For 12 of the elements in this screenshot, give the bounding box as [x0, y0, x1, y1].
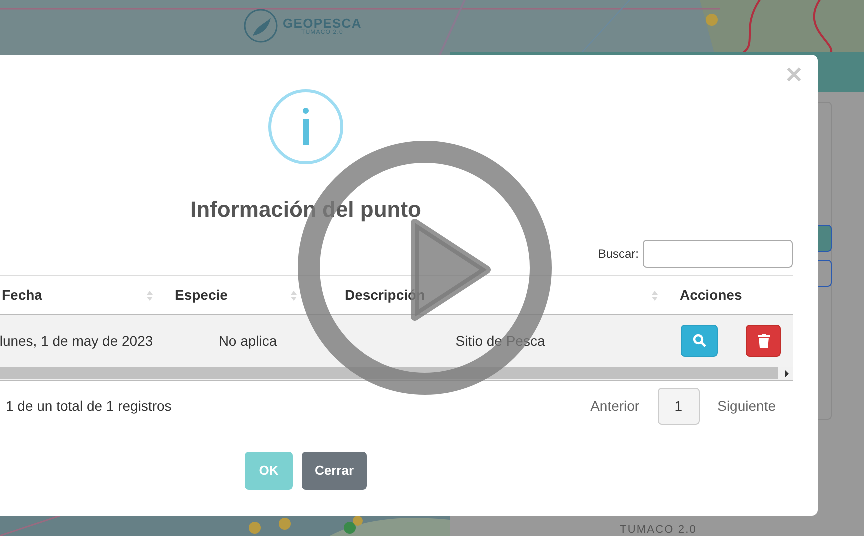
previous-link[interactable]: Anterior: [590, 396, 640, 416]
next-link[interactable]: Siguiente: [718, 396, 776, 416]
column-header: Acciones: [680, 286, 742, 304]
table-cell-text: lunes, 1 de may de 2023: [0, 332, 154, 351]
column-header[interactable]: Fecha: [2, 284, 42, 306]
column-header[interactable]: Especie: [175, 284, 228, 306]
search-label: Buscar:: [598, 246, 639, 263]
table-cell-text: No aplica: [218, 332, 278, 351]
records-info: 1 de un total de 1 registros: [5, 396, 172, 416]
page-button[interactable]: 1: [658, 388, 700, 424]
close-button[interactable]: Cerrar: [302, 452, 367, 490]
panel-footer-subtitle: TUMACO 2.0: [620, 523, 698, 536]
